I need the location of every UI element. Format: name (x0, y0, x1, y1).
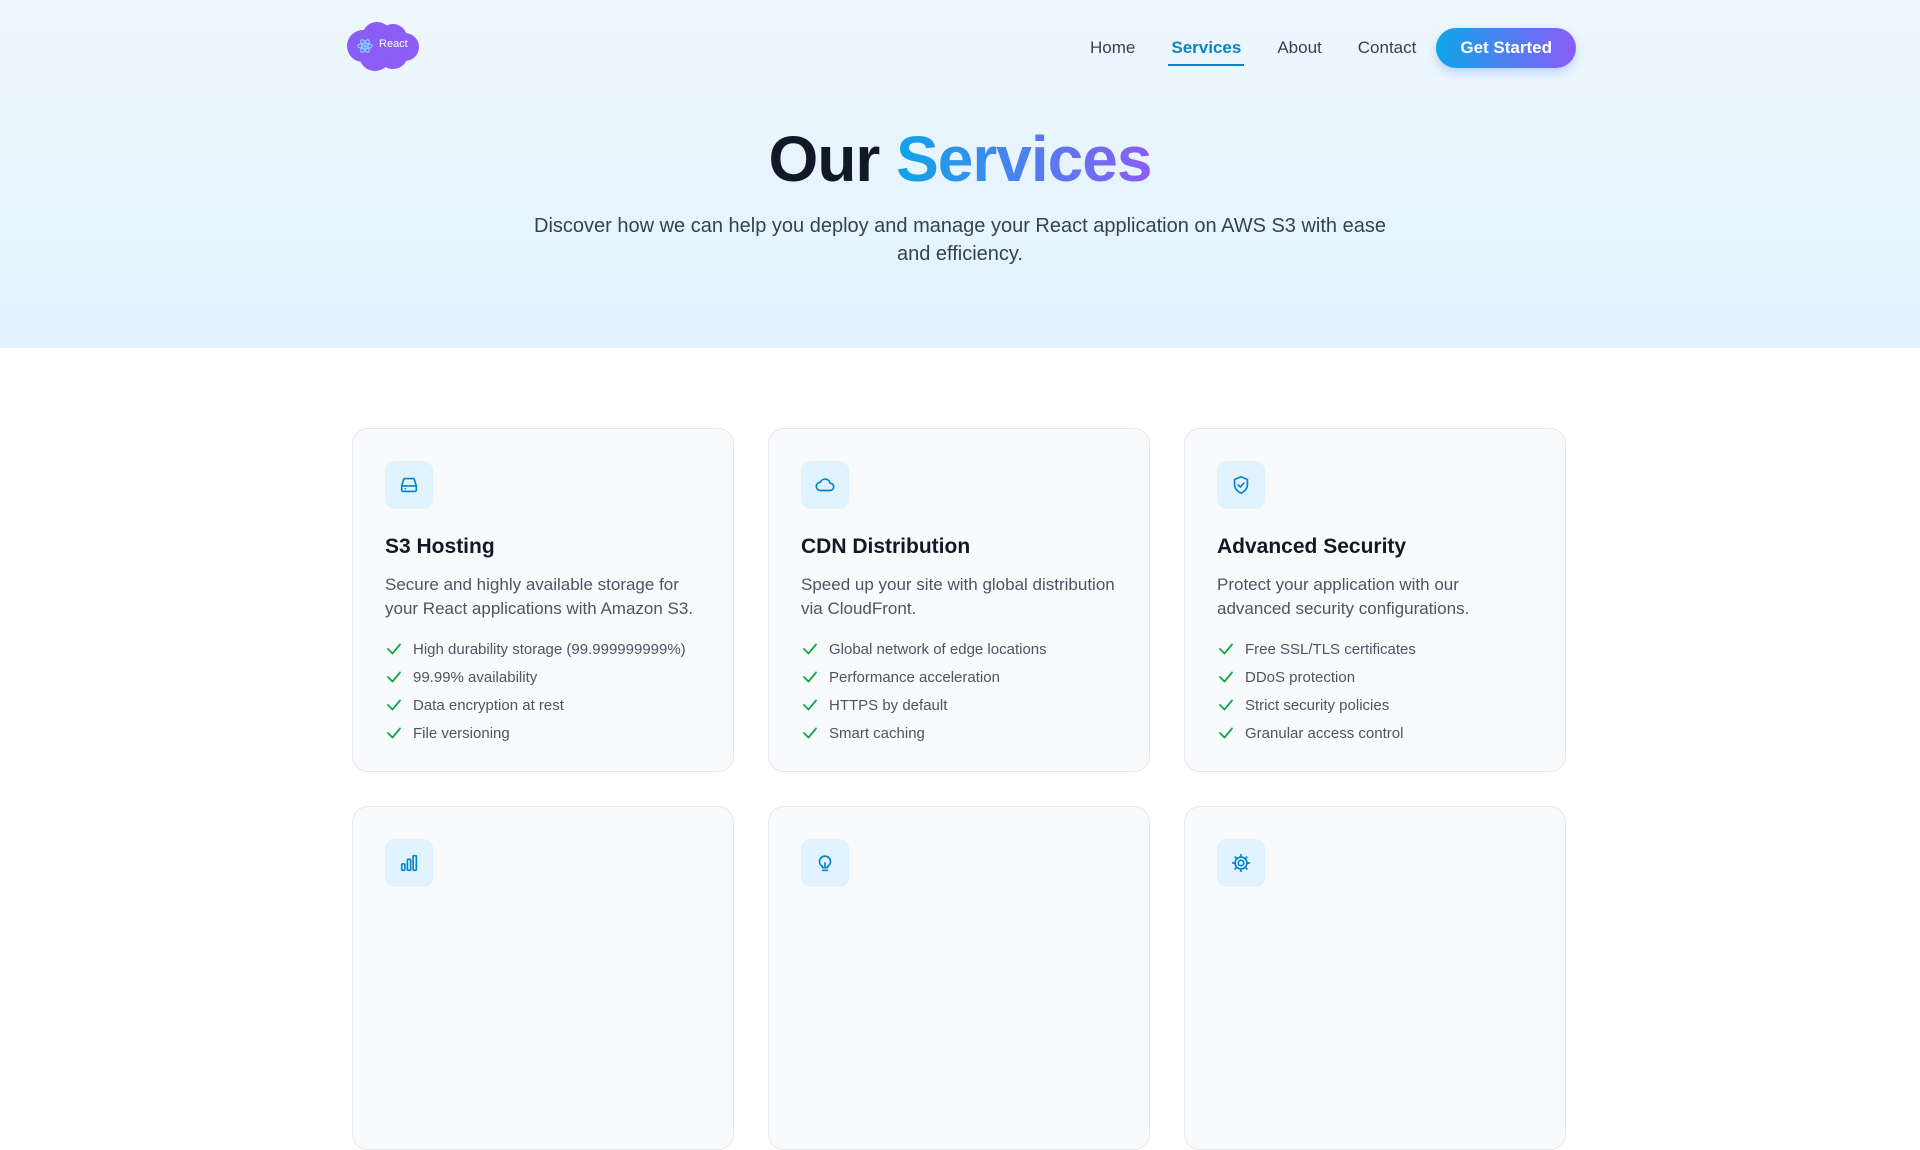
service-title: CDN Distribution (801, 535, 971, 558)
get-started-button[interactable]: Get Started (1436, 28, 1576, 68)
check-icon (385, 668, 405, 686)
check-icon (1217, 640, 1237, 658)
feature-text: HTTPS by default (829, 696, 948, 714)
nav-home-link[interactable]: Home (1090, 28, 1135, 68)
feature-text: DDoS protection (1245, 668, 1356, 686)
check-icon (801, 696, 821, 714)
service-title: Advanced Security (1217, 535, 1407, 558)
feature-item: DDoS protection (1217, 663, 1533, 691)
nav-contact-link[interactable]: Contact (1358, 28, 1417, 68)
nav-about-link[interactable]: About (1277, 28, 1321, 68)
feature-list: High durability storage (99.999999999%) … (385, 635, 701, 747)
feature-item: File versioning (385, 719, 701, 747)
check-icon (1217, 696, 1237, 714)
main-nav: Home Services About Contact Get Started (1090, 28, 1576, 68)
service-card-s3-hosting: S3 Hosting Secure and highly available s… (352, 428, 734, 772)
feature-item: Free SSL/TLS certificates (1217, 635, 1533, 663)
feature-list: Free SSL/TLS certificates DDoS protectio… (1217, 635, 1533, 747)
service-description: Speed up your site with global distribut… (801, 575, 1115, 618)
feature-text: Granular access control (1245, 724, 1404, 742)
feature-text: Data encryption at rest (413, 696, 564, 714)
feature-text: Performance acceleration (829, 668, 1000, 686)
service-card-advanced-security: Advanced Security Protect your applicati… (1184, 428, 1566, 772)
service-card-cdn-distribution: CDN Distribution Speed up your site with… (768, 428, 1150, 772)
check-icon (801, 640, 821, 658)
feature-text: Global network of edge locations (829, 640, 1047, 658)
page-title: Our Services (0, 122, 1920, 196)
service-title: S3 Hosting (385, 535, 495, 558)
feature-text: Smart caching (829, 724, 925, 742)
service-card-5 (768, 806, 1150, 1150)
feature-item: Strict security policies (1217, 691, 1533, 719)
page-subtitle: Discover how we can help you deploy and … (534, 215, 1386, 265)
feature-item: Granular access control (1217, 719, 1533, 747)
bar-chart-icon (400, 854, 418, 872)
feature-item: Performance acceleration (801, 663, 1117, 691)
check-icon (385, 696, 405, 714)
service-icon-box (1217, 839, 1265, 887)
feature-item: Data encryption at rest (385, 691, 701, 719)
service-icon-box (1217, 461, 1265, 509)
feature-text: File versioning (413, 724, 510, 742)
feature-text: Free SSL/TLS certificates (1245, 640, 1416, 658)
logo-text: React (379, 38, 408, 50)
service-icon-box (801, 461, 849, 509)
service-icon-box (801, 839, 849, 887)
check-icon (1217, 668, 1237, 686)
feature-item: High durability storage (99.999999999%) (385, 635, 701, 663)
shield-check-icon (1233, 475, 1249, 495)
feature-text: 99.99% availability (413, 668, 538, 686)
service-icon-box (385, 839, 433, 887)
feature-item: HTTPS by default (801, 691, 1117, 719)
lightbulb-icon (818, 855, 832, 872)
check-icon (385, 640, 405, 658)
gear-icon (1231, 853, 1251, 873)
page-title-part2: Services (896, 123, 1152, 195)
check-icon (801, 724, 821, 742)
page-title-part1: Our (768, 123, 881, 195)
hero-section: React Home Services About Contact Get St… (0, 0, 1920, 348)
logo[interactable]: React (343, 20, 423, 71)
service-description: Protect your application with our advanc… (1217, 575, 1470, 618)
cloud-icon (815, 478, 835, 492)
service-card-6 (1184, 806, 1566, 1150)
nav-services-link[interactable]: Services (1168, 28, 1245, 68)
feature-list: Global network of edge locations Perform… (801, 635, 1117, 747)
check-icon (801, 668, 821, 686)
check-icon (1217, 724, 1237, 742)
feature-text: Strict security policies (1245, 696, 1390, 714)
service-description: Secure and highly available storage for … (385, 575, 694, 618)
service-card-4 (352, 806, 734, 1150)
feature-item: Global network of edge locations (801, 635, 1117, 663)
hard-drive-icon (400, 477, 418, 493)
service-icon-box (385, 461, 433, 509)
feature-item: 99.99% availability (385, 663, 701, 691)
check-icon (385, 724, 405, 742)
feature-text: High durability storage (99.999999999%) (413, 640, 686, 658)
feature-item: Smart caching (801, 719, 1117, 747)
